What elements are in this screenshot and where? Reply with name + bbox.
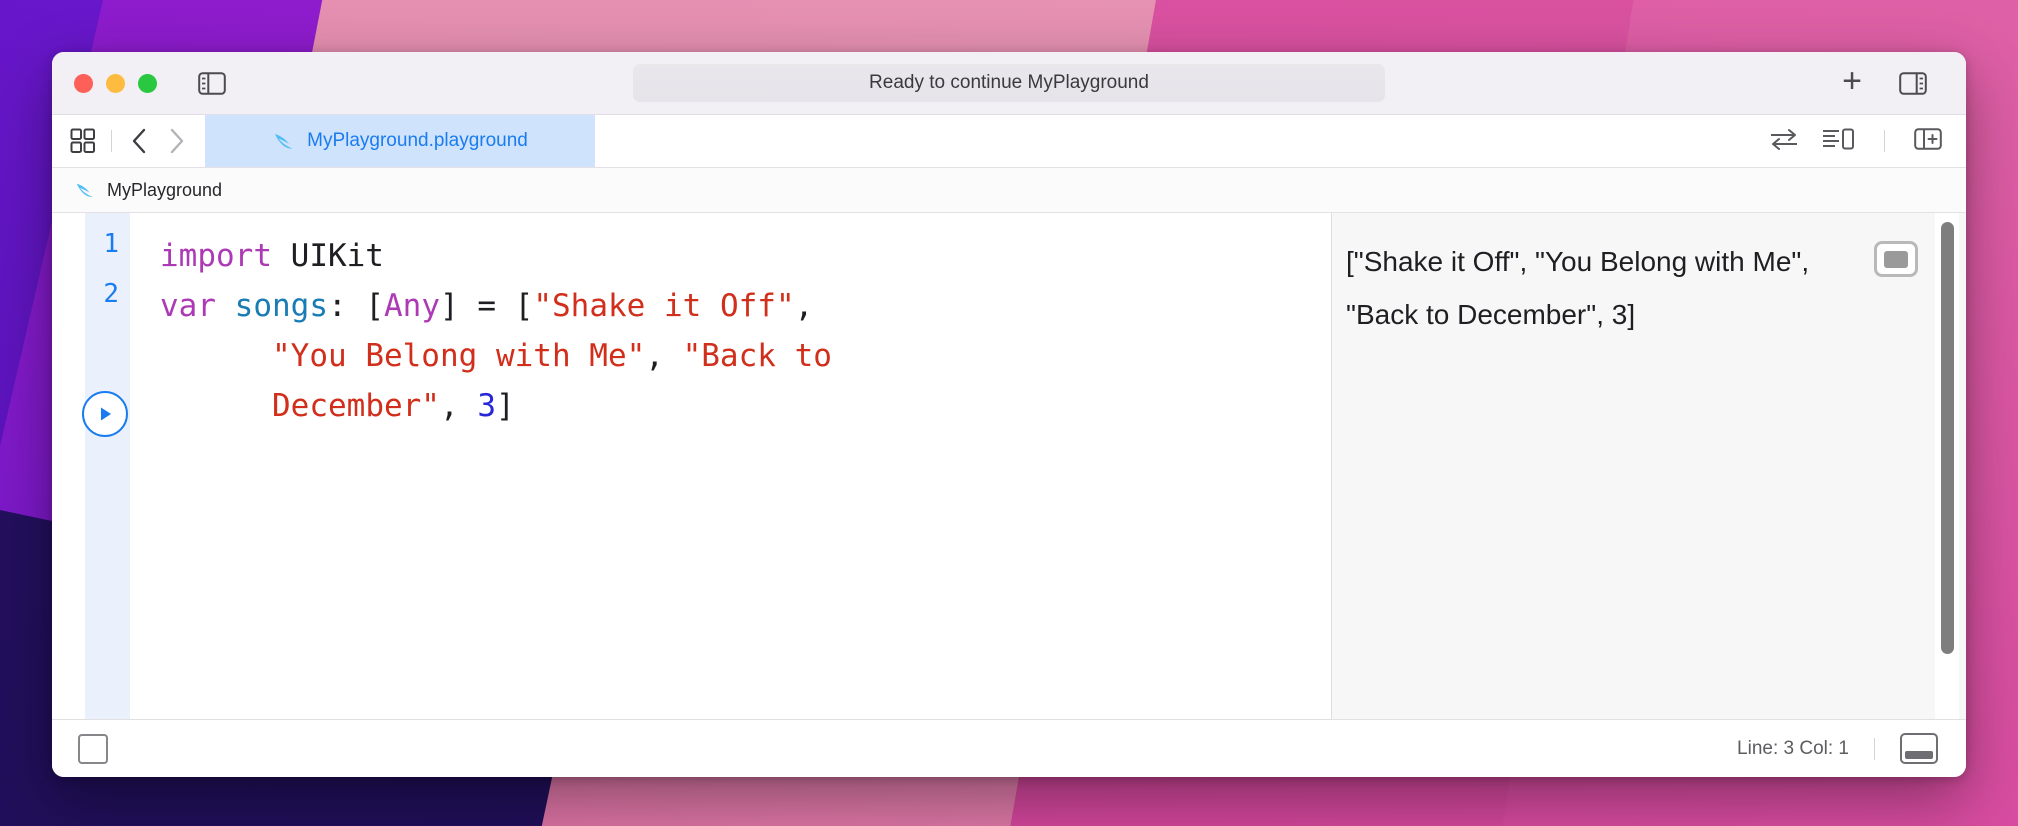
bottom-panel-icon: [1905, 751, 1933, 759]
code-line: "You Belong with Me", "Back to: [160, 331, 1331, 381]
code-token: ] = [: [440, 288, 534, 324]
editor-scrollbar[interactable]: [1935, 213, 1959, 719]
titlebar-right-controls: +: [1842, 64, 1932, 103]
tab-grid-icon: [70, 128, 95, 153]
code-token: "You Belong with Me": [272, 338, 646, 374]
code-token: songs: [234, 288, 328, 324]
editor-options-icon: [1823, 128, 1854, 149]
editor-area: 1 2 import UIKit var songs: [Any] = ["Sh…: [52, 213, 1966, 719]
status-field[interactable]: Ready to continue MyPlayground: [633, 64, 1385, 102]
code-token: ]: [495, 388, 515, 424]
line-number: 1: [103, 229, 119, 259]
right-inspector-toggle-button[interactable]: [1894, 66, 1932, 100]
line-number: 2: [103, 279, 119, 309]
code-token: var: [160, 288, 216, 324]
tab-bar: MyPlayground.playground: [52, 115, 1966, 168]
swap-editors-button[interactable]: [1769, 127, 1799, 156]
chevron-left-icon: [132, 128, 146, 154]
code-token: ,: [794, 288, 814, 324]
code-token: December": [272, 388, 440, 424]
quicklook-icon: [1884, 250, 1908, 268]
code-token: "Back to: [682, 338, 832, 374]
right-inspector-icon: [1899, 71, 1927, 95]
editor-options-button[interactable]: [1821, 127, 1855, 156]
code-token: 3: [477, 388, 496, 424]
code-token: ,: [439, 388, 478, 424]
execute-playground-button[interactable]: [78, 733, 108, 764]
close-button[interactable]: [74, 73, 93, 93]
navigate-forward-button[interactable]: [161, 126, 191, 156]
code-token: import: [160, 238, 272, 274]
swap-arrows-icon: [1771, 128, 1797, 150]
status-bar-right: Line: 3 Col: 1: [1737, 733, 1938, 764]
quicklook-button[interactable]: [1874, 241, 1918, 277]
xcode-window: Ready to continue MyPlayground + MyPlayg…: [52, 52, 1966, 777]
left-sidebar-icon: [198, 71, 226, 95]
swift-file-icon: [275, 134, 293, 149]
breadcrumb[interactable]: MyPlayground: [52, 168, 1966, 213]
line-col-indicator: Line: 3 Col: 1: [1737, 737, 1849, 759]
add-editor-button[interactable]: [1914, 127, 1942, 156]
tab-overview-button[interactable]: [68, 126, 98, 156]
code-line: var songs: [Any] = ["Shake it Off",: [160, 281, 1331, 331]
add-editor-icon: [1914, 127, 1942, 150]
breadcrumb-label: MyPlayground: [107, 179, 223, 200]
chevron-right-icon: [170, 128, 184, 154]
code-token: : [: [328, 288, 384, 324]
results-sidebar: ["Shake it Off", "You Belong with Me", "…: [1331, 213, 1966, 719]
tab-bar-right-controls: [1769, 115, 1966, 167]
navigate-back-button[interactable]: [125, 126, 155, 156]
bottom-status-bar: Line: 3 Col: 1: [52, 719, 1966, 777]
play-icon: [101, 407, 111, 421]
tab-myplayground[interactable]: MyPlayground.playground: [205, 115, 595, 167]
divider: [1884, 130, 1885, 152]
tab-label: MyPlayground.playground: [307, 130, 528, 151]
code-token: "Shake it Off": [533, 288, 795, 324]
swift-file-icon: [76, 183, 93, 197]
line-number-gutter: 1 2: [52, 213, 130, 719]
result-value[interactable]: ["Shake it Off", "You Belong with Me", "…: [1346, 235, 1876, 341]
traffic-light-group: [74, 73, 157, 93]
code-token: Any: [384, 288, 440, 324]
zoom-button[interactable]: [138, 73, 157, 93]
bottom-panel-toggle-button[interactable]: [1900, 733, 1938, 764]
window-titlebar: Ready to continue MyPlayground +: [52, 52, 1966, 115]
divider: [111, 130, 112, 152]
status-text: Ready to continue MyPlayground: [869, 72, 1149, 93]
divider: [1874, 737, 1875, 760]
left-sidebar-toggle-button[interactable]: [193, 66, 231, 100]
code-token: ,: [645, 338, 683, 374]
run-line-button[interactable]: [82, 391, 128, 437]
code-line: import UIKit: [160, 231, 1331, 281]
minimize-button[interactable]: [106, 73, 125, 93]
code-token: UIKit: [290, 238, 384, 274]
code-line: December", 3]: [160, 381, 1331, 431]
add-button[interactable]: +: [1842, 64, 1862, 103]
scrollbar-thumb[interactable]: [1941, 222, 1954, 654]
tab-bar-left-controls: [52, 115, 205, 167]
code-editor[interactable]: import UIKit var songs: [Any] = ["Shake …: [130, 213, 1331, 719]
